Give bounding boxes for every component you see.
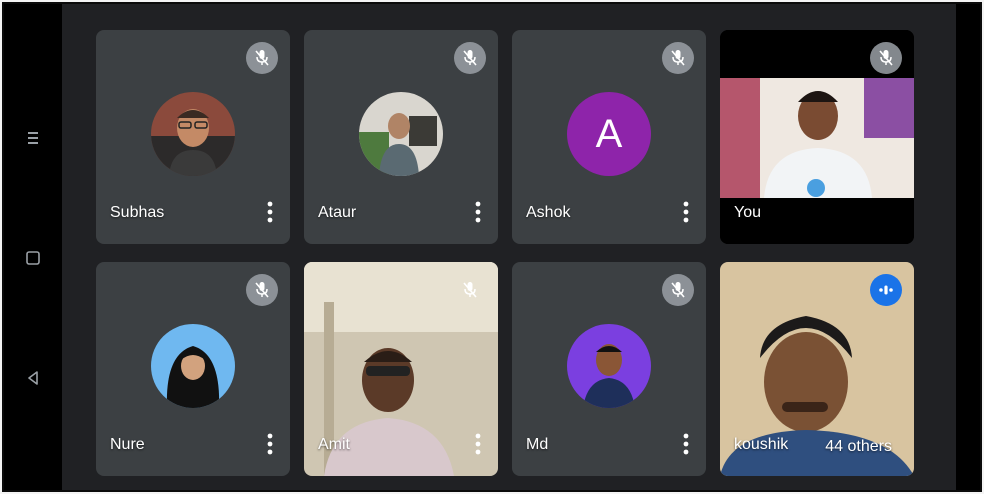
avatar (151, 92, 235, 176)
mic-off-icon (671, 282, 685, 298)
screen: Subhas Ataur A Ashok You Nure Amit Md ko… (0, 0, 984, 494)
participant-video-tile[interactable]: Amit (304, 262, 498, 476)
recents-icon (28, 132, 38, 144)
avatar (567, 324, 651, 408)
back-icon (28, 371, 38, 385)
participant-tile[interactable]: Md (512, 262, 706, 476)
more-options-button[interactable] (680, 198, 692, 226)
more-vert-icon (267, 433, 273, 455)
more-vert-icon (475, 433, 481, 455)
more-vert-icon (683, 433, 689, 455)
participant-grid: Subhas Ataur A Ashok You Nure Amit Md ko… (62, 4, 956, 490)
participant-name: koushik (734, 436, 789, 453)
participant-name: Nure (110, 436, 145, 453)
more-vert-icon (683, 201, 689, 223)
participant-tile[interactable]: A Ashok (512, 30, 706, 244)
mic-off-icon (255, 282, 269, 298)
more-options-button[interactable] (680, 430, 692, 458)
mute-indicator (246, 42, 278, 74)
participant-name: Subhas (110, 204, 165, 221)
participant-name: Ataur (318, 204, 357, 221)
active-speaker-tile[interactable]: koushik 44 others (720, 262, 914, 476)
home-button[interactable] (4, 238, 62, 278)
letter-avatar: A (567, 92, 651, 176)
more-vert-icon (267, 201, 273, 223)
mute-indicator (454, 42, 486, 74)
back-button[interactable] (4, 358, 62, 398)
more-options-button[interactable] (472, 430, 484, 458)
mute-indicator (662, 274, 694, 306)
audio-indicator-icon (879, 285, 893, 295)
more-options-button[interactable] (264, 198, 276, 226)
participant-name: Md (526, 436, 549, 453)
participant-tile[interactable]: Nure (96, 262, 290, 476)
system-nav-bar (4, 4, 62, 490)
mute-indicator (662, 42, 694, 74)
mic-off-icon (463, 282, 477, 298)
participant-name: Amit (318, 436, 350, 453)
mic-off-icon (463, 50, 477, 66)
right-edge (956, 4, 980, 490)
others-count[interactable]: 44 others (825, 438, 892, 456)
avatar (359, 92, 443, 176)
mute-indicator (870, 42, 902, 74)
recents-button[interactable] (4, 118, 62, 158)
mic-off-icon (879, 50, 893, 66)
more-options-button[interactable] (472, 198, 484, 226)
more-options-button[interactable] (264, 430, 276, 458)
home-icon (26, 251, 40, 265)
more-vert-icon (475, 201, 481, 223)
participant-tile[interactable]: Ataur (304, 30, 498, 244)
mic-off-icon (255, 50, 269, 66)
participant-tile[interactable]: Subhas (96, 30, 290, 244)
participant-name: Ashok (526, 204, 571, 221)
speaking-indicator (870, 274, 902, 306)
self-video-tile[interactable]: You (720, 30, 914, 244)
mute-indicator (246, 274, 278, 306)
avatar (151, 324, 235, 408)
mute-indicator (454, 274, 486, 306)
mic-off-icon (671, 50, 685, 66)
participant-name: You (734, 204, 761, 221)
